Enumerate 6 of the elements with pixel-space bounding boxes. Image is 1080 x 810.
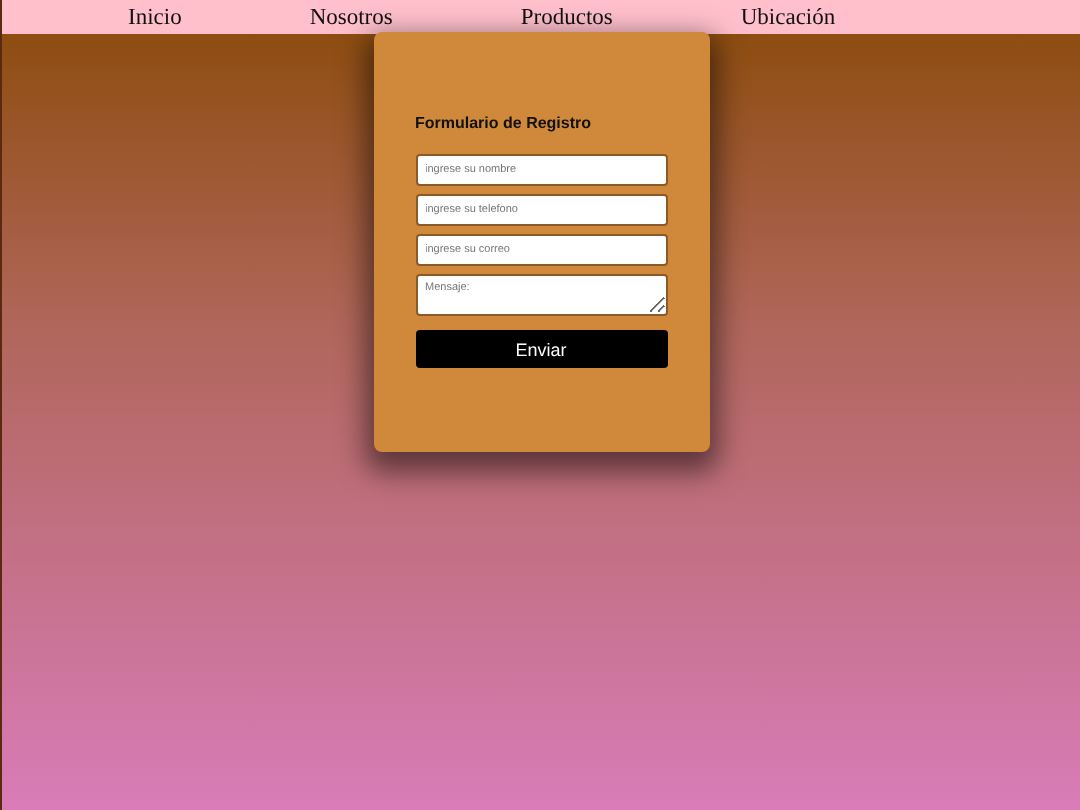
nav-link[interactable]: Ubicación [740, 6, 836, 30]
nav-link[interactable]: Inicio [128, 6, 182, 30]
submit-button[interactable]: Enviar [415, 330, 667, 368]
nav-link[interactable]: Nosotros [309, 6, 393, 30]
form-title: Formulario de Registro [415, 114, 594, 132]
nav-link[interactable]: Productos [520, 6, 613, 30]
